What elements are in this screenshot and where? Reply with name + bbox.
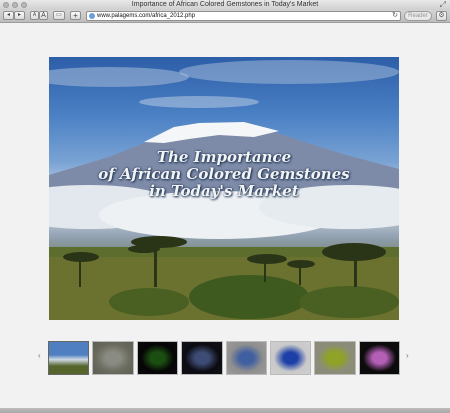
reader-button[interactable]: Reader (404, 11, 432, 21)
minimize-window-icon[interactable] (12, 2, 18, 8)
title-bar: Importance of African Colored Gemstones … (0, 0, 450, 10)
address-bar[interactable]: www.palagems.com/africa_2012.php ↻ (86, 11, 401, 21)
window-controls[interactable] (3, 2, 27, 8)
reload-icon[interactable]: ↻ (392, 12, 398, 20)
zoom-window-icon[interactable] (21, 2, 27, 8)
text-smaller-button[interactable]: A (30, 11, 39, 20)
thumbnail-green-gems[interactable] (136, 341, 179, 375)
text-larger-button[interactable]: A (39, 11, 48, 20)
browser-toolbar: ◂ ▸ A A ▭ + www.palagems.com/africa_2012… (0, 10, 450, 23)
back-button[interactable]: ◂ (3, 11, 14, 20)
thumbnail-kilimanjaro[interactable] (48, 341, 90, 375)
thumbnail-strip (48, 341, 400, 375)
url-text: www.palagems.com/africa_2012.php (97, 13, 196, 19)
gallery-prev-button[interactable]: ‹ (38, 351, 41, 360)
forward-button[interactable]: ▸ (14, 11, 25, 20)
status-bar (0, 408, 450, 413)
hero-title: The Importance of African Colored Gemsto… (98, 148, 350, 200)
thumbnail-green-garnet[interactable] (314, 341, 356, 375)
settings-gear-icon[interactable]: ⚙ (436, 11, 447, 21)
fullscreen-icon[interactable]: ⤢ (440, 0, 446, 10)
thumbnail-blue-sapphire[interactable] (269, 341, 312, 375)
page-content: The Importance of African Colored Gemsto… (0, 23, 450, 408)
thumbnail-text-slide[interactable] (92, 341, 134, 375)
hero-image: The Importance of African Colored Gemsto… (49, 57, 399, 320)
close-window-icon[interactable] (3, 2, 9, 8)
window-title: Importance of African Colored Gemstones … (131, 1, 319, 8)
gallery-next-button[interactable]: › (406, 351, 409, 360)
thumbnail-pink-spinel[interactable] (358, 341, 400, 375)
add-bookmark-button[interactable]: + (70, 11, 81, 20)
bookmarks-button[interactable]: ▭ (53, 11, 65, 20)
site-icon (89, 13, 95, 19)
thumbnail-tanzanite-rough[interactable] (225, 341, 267, 375)
thumbnail-blue-crystal[interactable] (181, 341, 223, 375)
